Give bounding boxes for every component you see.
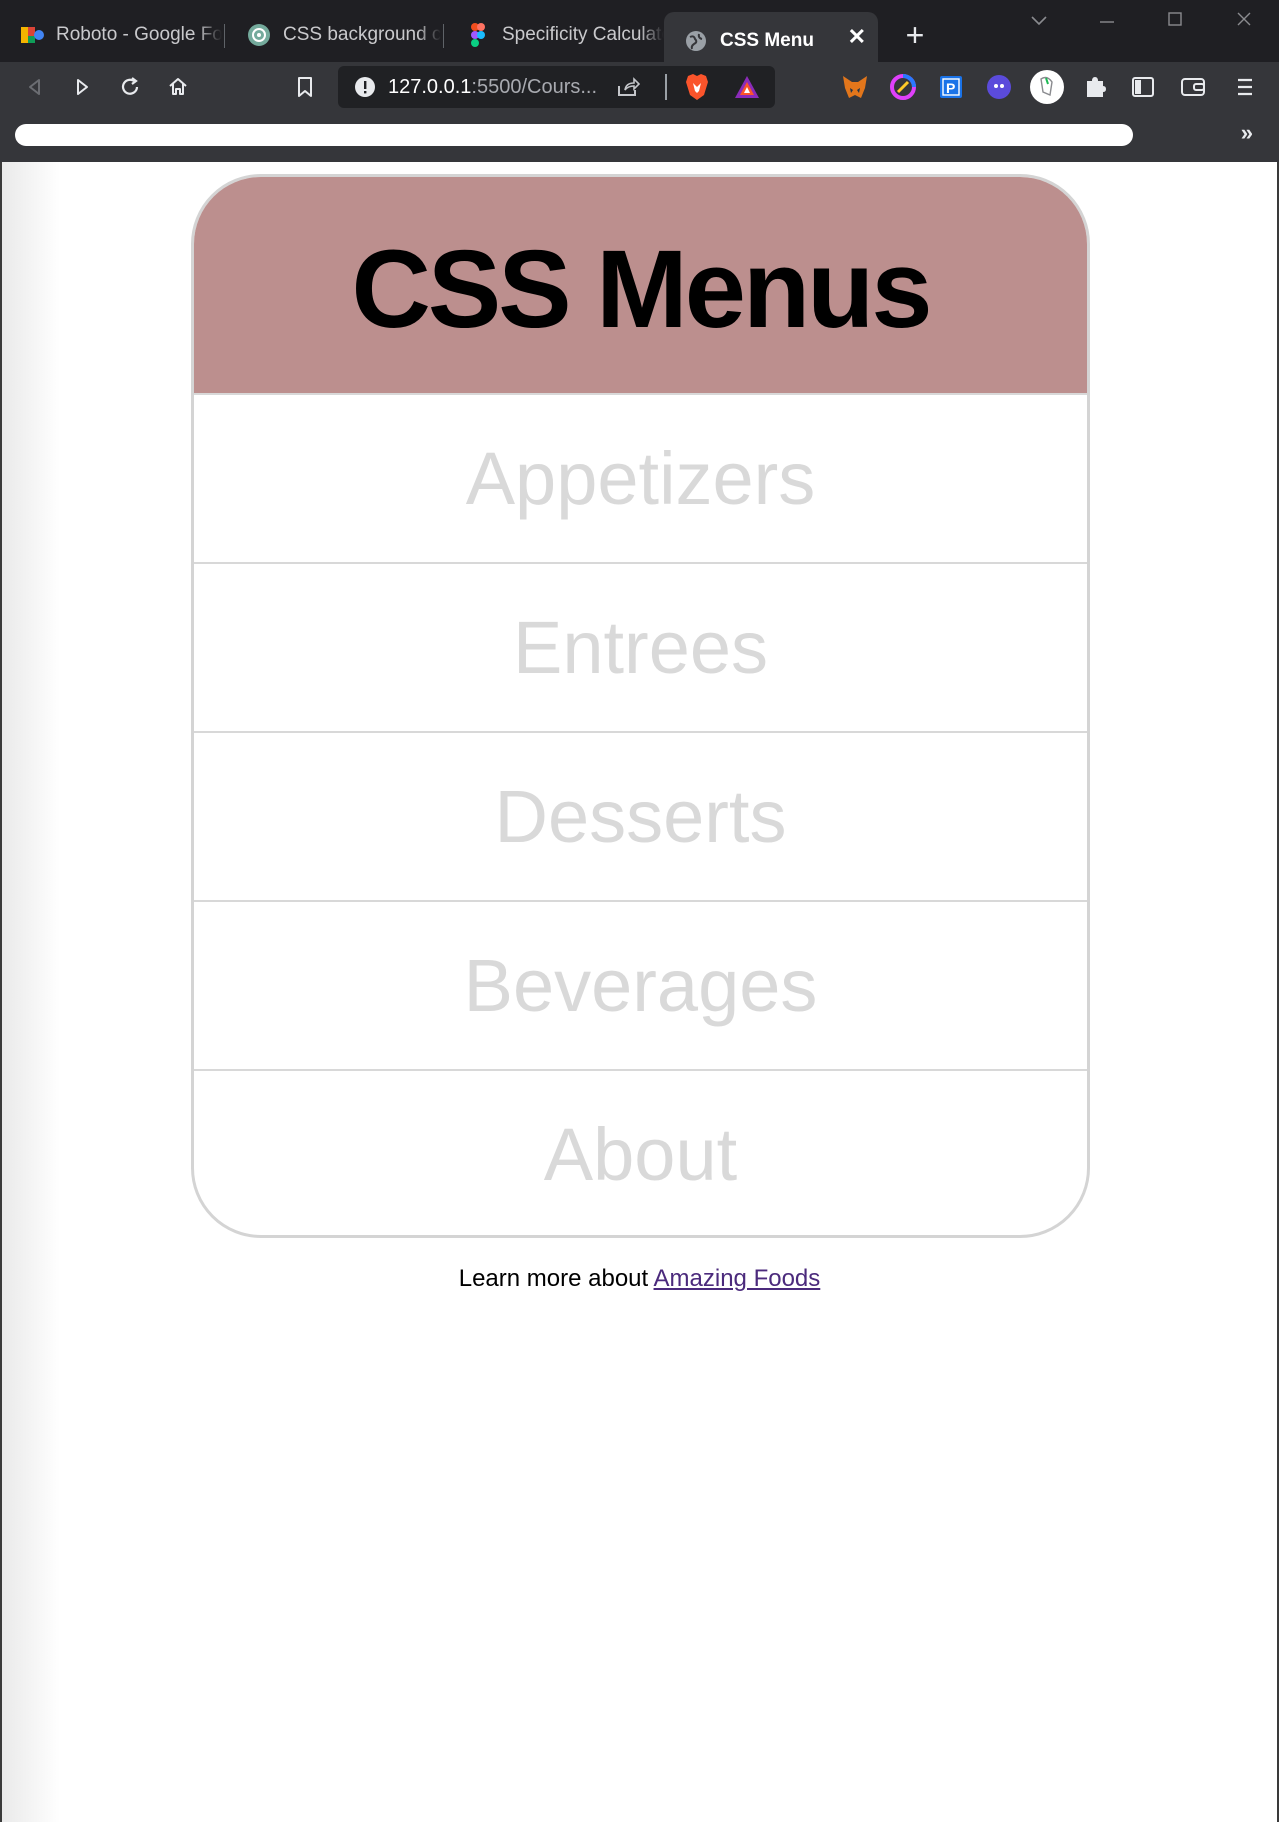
new-tab-button[interactable]: +	[897, 18, 933, 54]
svg-text:P: P	[946, 80, 955, 96]
bookmarks-bar: »	[0, 112, 1279, 162]
menu-header: CSS Menus	[194, 177, 1087, 393]
toolbar: 127.0.0.1:5500/Cours... P	[0, 62, 1279, 112]
page-title: CSS Menus	[351, 227, 932, 351]
menu-item-entrees[interactable]: Entrees	[194, 562, 1087, 731]
reload-icon[interactable]	[113, 70, 147, 104]
page-content: CSS Menus Appetizers Entrees Desserts Be…	[0, 162, 1279, 1822]
google-fonts-icon	[20, 23, 44, 47]
metamask-icon[interactable]	[838, 70, 872, 104]
minimize-icon[interactable]	[1087, 10, 1127, 40]
tab-specificity-calculator[interactable]: Specificity Calculator	[446, 14, 664, 56]
menu-card: CSS Menus Appetizers Entrees Desserts Be…	[191, 174, 1090, 1238]
close-window-icon[interactable]	[1224, 10, 1264, 40]
menu-item-about[interactable]: About	[194, 1069, 1087, 1235]
tab-divider	[224, 24, 225, 48]
chatgpt-icon	[247, 23, 271, 47]
menu-item-beverages[interactable]: Beverages	[194, 900, 1087, 1069]
tab-title: Specificity Calculator	[502, 24, 664, 45]
url-divider	[665, 74, 667, 100]
extensions-puzzle-icon[interactable]	[1078, 70, 1112, 104]
menu-icon[interactable]	[1228, 70, 1262, 104]
sidebar-icon[interactable]	[1126, 70, 1160, 104]
home-icon[interactable]	[161, 70, 195, 104]
menu-item-desserts[interactable]: Desserts	[194, 731, 1087, 900]
mouse-extension-icon[interactable]	[1030, 70, 1064, 104]
back-icon[interactable]	[18, 70, 52, 104]
browser-chrome: Roboto - Google Fonts CSS background col…	[0, 0, 1279, 162]
tab-css-background-color[interactable]: CSS background color	[227, 14, 441, 56]
footer-prefix: Learn more about	[458, 1265, 654, 1292]
bookmark-icon[interactable]	[288, 70, 322, 104]
wallet-icon[interactable]	[1176, 70, 1210, 104]
window-border	[0, 162, 2, 1822]
url-host: 127.0.0.1	[388, 76, 472, 98]
more-bookmarks-icon[interactable]: »	[1241, 120, 1253, 146]
tab-title: CSS Menu	[720, 30, 814, 51]
ghost-extension-icon[interactable]	[982, 70, 1016, 104]
globe-icon	[684, 29, 708, 53]
close-tab-icon[interactable]: ✕	[848, 24, 866, 50]
maximize-icon[interactable]	[1155, 10, 1195, 40]
menu-item-appetizers[interactable]: Appetizers	[194, 393, 1087, 562]
amazing-foods-link[interactable]: Amazing Foods	[654, 1265, 821, 1292]
tab-title: CSS background color	[283, 24, 441, 45]
tab-title: Roboto - Google Fonts	[56, 24, 222, 45]
figma-icon	[466, 23, 490, 47]
forward-icon[interactable]	[65, 70, 99, 104]
tab-strip: Roboto - Google Fonts CSS background col…	[0, 0, 1279, 70]
tab-roboto-google-fonts[interactable]: Roboto - Google Fonts	[0, 14, 222, 56]
brave-rewards-icon[interactable]	[734, 75, 760, 104]
pesticide-icon[interactable]: P	[934, 70, 968, 104]
site-info-icon[interactable]	[354, 76, 376, 103]
bookmark-item[interactable]	[15, 124, 1133, 146]
footer-text: Learn more about Amazing Foods	[0, 1265, 1279, 1293]
address-bar[interactable]: 127.0.0.1:5500/Cours...	[338, 66, 775, 108]
url-text: 127.0.0.1:5500/Cours...	[388, 76, 597, 99]
share-icon[interactable]	[616, 76, 641, 103]
brave-shields-icon[interactable]	[684, 73, 710, 106]
tab-search-icon[interactable]	[1019, 10, 1059, 40]
url-path: :5500/Cours...	[471, 76, 598, 98]
page-shadow	[0, 162, 60, 1822]
color-picker-icon[interactable]	[886, 70, 920, 104]
tab-divider	[443, 24, 444, 48]
